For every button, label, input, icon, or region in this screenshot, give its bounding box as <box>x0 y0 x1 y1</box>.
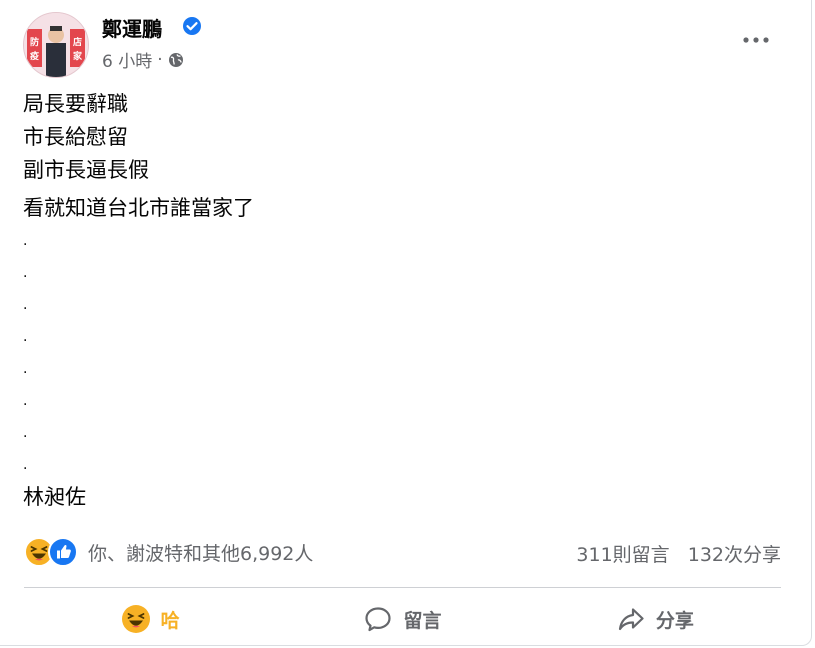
post-dot-line: . <box>23 265 28 281</box>
share-arrow-icon <box>618 608 644 631</box>
haha-label: 哈 <box>160 609 180 632</box>
post-line: 副市長逼長假 <box>23 158 149 182</box>
avatar-sign-char-1: 防 <box>30 36 39 48</box>
avatar-sign-char-3: 店 <box>73 36 82 48</box>
haha-icon <box>121 605 150 633</box>
post-dot-line: . <box>23 297 28 313</box>
haha-button[interactable]: 哈 <box>24 595 276 643</box>
verified-badge-icon <box>183 17 201 35</box>
comment-label: 留言 <box>403 609 442 632</box>
more-icon <box>743 37 769 43</box>
post-dot-line: . <box>23 329 28 345</box>
post-closing-line: 林昶佐 <box>23 485 86 509</box>
meta-separator: · <box>157 49 163 70</box>
comment-button[interactable]: 留言 <box>276 595 528 643</box>
comments-count[interactable]: 311則留言 <box>576 544 669 566</box>
post-meta: 6 小時 · <box>102 47 184 72</box>
engagement-counts: 311則留言 132次分享 <box>576 540 781 567</box>
shares-count[interactable]: 132次分享 <box>688 544 781 566</box>
post-line: 看就知道台北市誰當家了 <box>23 196 254 220</box>
action-bar: 哈 留言 分享 <box>24 595 781 643</box>
post-line: 市長給慰留 <box>23 125 128 149</box>
post-dot-line: . <box>23 457 28 473</box>
author-name[interactable]: 鄭運鵬 <box>102 13 162 42</box>
reaction-summary[interactable]: 你、謝波特和其他6,992人 <box>24 537 313 567</box>
comment-icon <box>365 607 392 632</box>
divider <box>24 587 781 588</box>
post-timestamp[interactable]: 6 小時 <box>102 47 152 72</box>
share-label: 分享 <box>655 609 694 632</box>
reaction-summary-text[interactable]: 你、謝波特和其他6,992人 <box>88 539 313 566</box>
post-dot-line: . <box>23 393 28 409</box>
avatar-sign-char-4: 家 <box>73 50 83 62</box>
post-card: 防 疫 店 家 鄭運鵬 6 小時 · 局長要辭職 市長給慰留 副市長逼長假 看就… <box>0 0 812 646</box>
share-button[interactable]: 分享 <box>529 595 781 643</box>
avatar-image: 防 疫 店 家 <box>24 13 88 77</box>
post-dot-line: . <box>23 361 28 377</box>
post-body: 局長要辭職 市長給慰留 副市長逼長假 看就知道台北市誰當家了 . . . . .… <box>23 88 254 514</box>
like-reaction-icon <box>48 537 78 567</box>
post-dot-line: . <box>23 233 28 249</box>
more-options-button[interactable] <box>738 28 774 52</box>
avatar-sign-char-2: 疫 <box>30 50 39 62</box>
globe-icon[interactable] <box>168 52 184 68</box>
avatar[interactable]: 防 疫 店 家 <box>23 12 89 78</box>
post-line: 局長要辭職 <box>23 92 128 116</box>
post-dot-line: . <box>23 425 28 441</box>
